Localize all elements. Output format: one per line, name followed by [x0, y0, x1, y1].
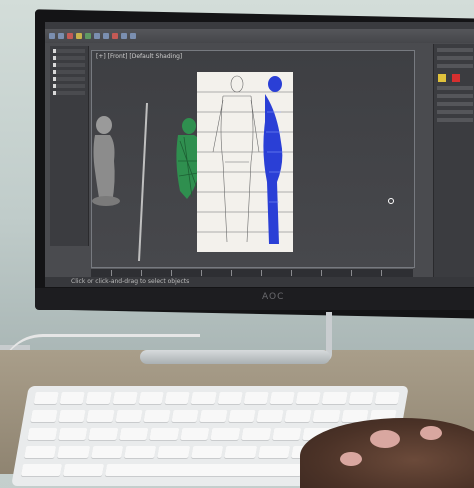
panel-row[interactable]	[437, 86, 473, 90]
color-swatch-yellow[interactable]	[438, 74, 446, 82]
mirror-icon[interactable]	[94, 33, 100, 39]
main-toolbar	[45, 29, 474, 43]
color-swatch-red[interactable]	[452, 74, 460, 82]
paw-pad	[370, 430, 400, 448]
panel-row[interactable]	[437, 110, 473, 114]
monitor-stand-base	[140, 350, 330, 364]
paw-pad	[420, 426, 442, 440]
timeline[interactable]	[91, 268, 413, 277]
status-text: Click or click-and-drag to select object…	[71, 278, 190, 285]
scene-item[interactable]	[53, 84, 85, 88]
screen: [+] [Front] [Default Shading] Click or c…	[45, 22, 474, 287]
mouse-cursor	[388, 198, 394, 204]
rotate-icon[interactable]	[67, 33, 73, 39]
anatomy-reference-sheet	[197, 72, 293, 252]
select-icon[interactable]	[49, 33, 55, 39]
blue-side-model	[263, 76, 283, 244]
grey-model-body	[93, 135, 115, 203]
scale-icon[interactable]	[76, 33, 82, 39]
move-icon[interactable]	[58, 33, 64, 39]
panel-row[interactable]	[437, 94, 473, 98]
scene-item[interactable]	[53, 49, 85, 53]
layer-icon[interactable]	[130, 33, 136, 39]
scene-item[interactable]	[53, 77, 85, 81]
command-panel	[433, 44, 474, 287]
panel-row[interactable]	[437, 64, 473, 68]
panel-row[interactable]	[437, 102, 473, 106]
panel-row[interactable]	[437, 56, 473, 60]
scene-item[interactable]	[53, 56, 85, 60]
panel-row[interactable]	[437, 48, 473, 52]
anatomy-drawing	[197, 75, 293, 244]
status-bar: Click or click-and-drag to select object…	[45, 277, 474, 287]
grey-model-base	[92, 196, 120, 206]
monitor-bezel	[35, 288, 474, 310]
menu-bar[interactable]	[45, 22, 474, 29]
scene-item[interactable]	[53, 63, 85, 67]
panel-row[interactable]	[437, 118, 473, 122]
paw-pad	[340, 452, 362, 466]
monitor-brand-logo: AOC	[262, 292, 285, 302]
scene-item[interactable]	[53, 91, 85, 95]
reference-plane	[138, 103, 148, 261]
align-icon[interactable]	[103, 33, 109, 39]
snap-icon[interactable]	[85, 33, 91, 39]
render-icon[interactable]	[112, 33, 118, 39]
grey-model-head	[96, 116, 112, 134]
scene-explorer	[50, 46, 89, 246]
scene-item[interactable]	[53, 70, 85, 74]
material-icon[interactable]	[121, 33, 127, 39]
